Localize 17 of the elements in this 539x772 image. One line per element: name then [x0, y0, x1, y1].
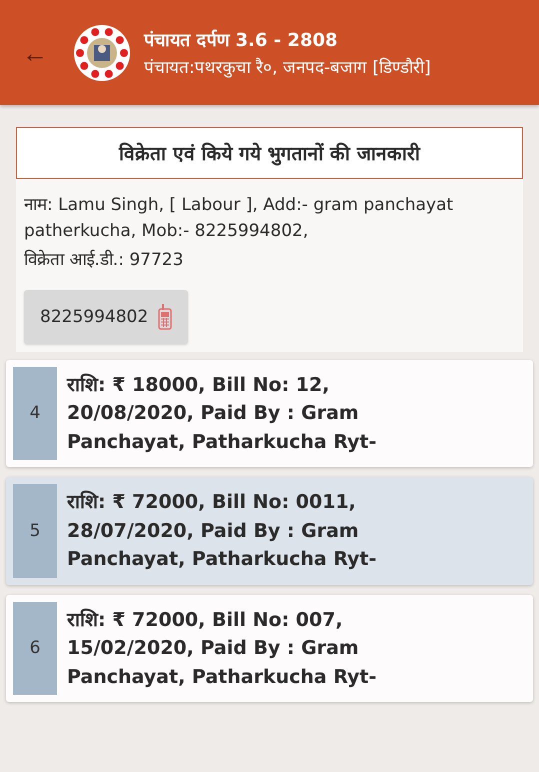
- app-title: पंचायत दर्पण 3.6 - 2808: [144, 28, 339, 51]
- section-title: विक्रेता एवं किये गये भुगतानों की जानकारी: [16, 127, 523, 179]
- payment-details: राशि: ₹ 72000, Bill No: 0011, 28/07/2020, Paid By : Gram Panchayat, Patharkucha Ryt-: [67, 490, 378, 572]
- vendor-id: विक्रेता आई.डी.: 97723: [24, 248, 184, 272]
- payment-details: राशि: ₹ 72000, Bill No: 007, 15/02/2020, Paid By : Gram Panchayat, Patharkucha Ryt-: [67, 608, 378, 690]
- call-button[interactable]: 8225994802: [24, 290, 188, 344]
- payment-card[interactable]: 6 राशि: ₹ 72000, Bill No: 007, 15/02/2020, Paid By : Gram Panchayat, Patharkucha Ryt-: [6, 594, 533, 702]
- mobile-phone-icon: [158, 304, 172, 330]
- payment-card[interactable]: 4 राशि: ₹ 18000, Bill No: 12, 20/08/2020, Paid By : Gram Panchayat, Patharkucha Ryt-: [6, 360, 533, 467]
- vendor-details: नाम: Lamu Singh, [ Labour ], Add:- gram panchayat patherkucha, Mob:- 8225994802,: [24, 194, 454, 242]
- emblem-icon: [74, 24, 130, 80]
- serial-number: 6: [13, 602, 57, 695]
- panchayat-subtitle: पंचायत:पथरकुचा रै०, जनपद-बजाग [डिण्डौरी]: [144, 56, 431, 78]
- payment-card[interactable]: 5 राशि: ₹ 72000, Bill No: 0011, 28/07/2020, Paid By : Gram Panchayat, Patharkucha Ryt-: [6, 477, 533, 584]
- serial-number: 5: [13, 484, 57, 578]
- payment-details: राशि: ₹ 18000, Bill No: 12, 20/08/2020, Paid By : Gram Panchayat, Patharkucha Ryt-: [67, 372, 378, 454]
- serial-number: 4: [13, 366, 57, 460]
